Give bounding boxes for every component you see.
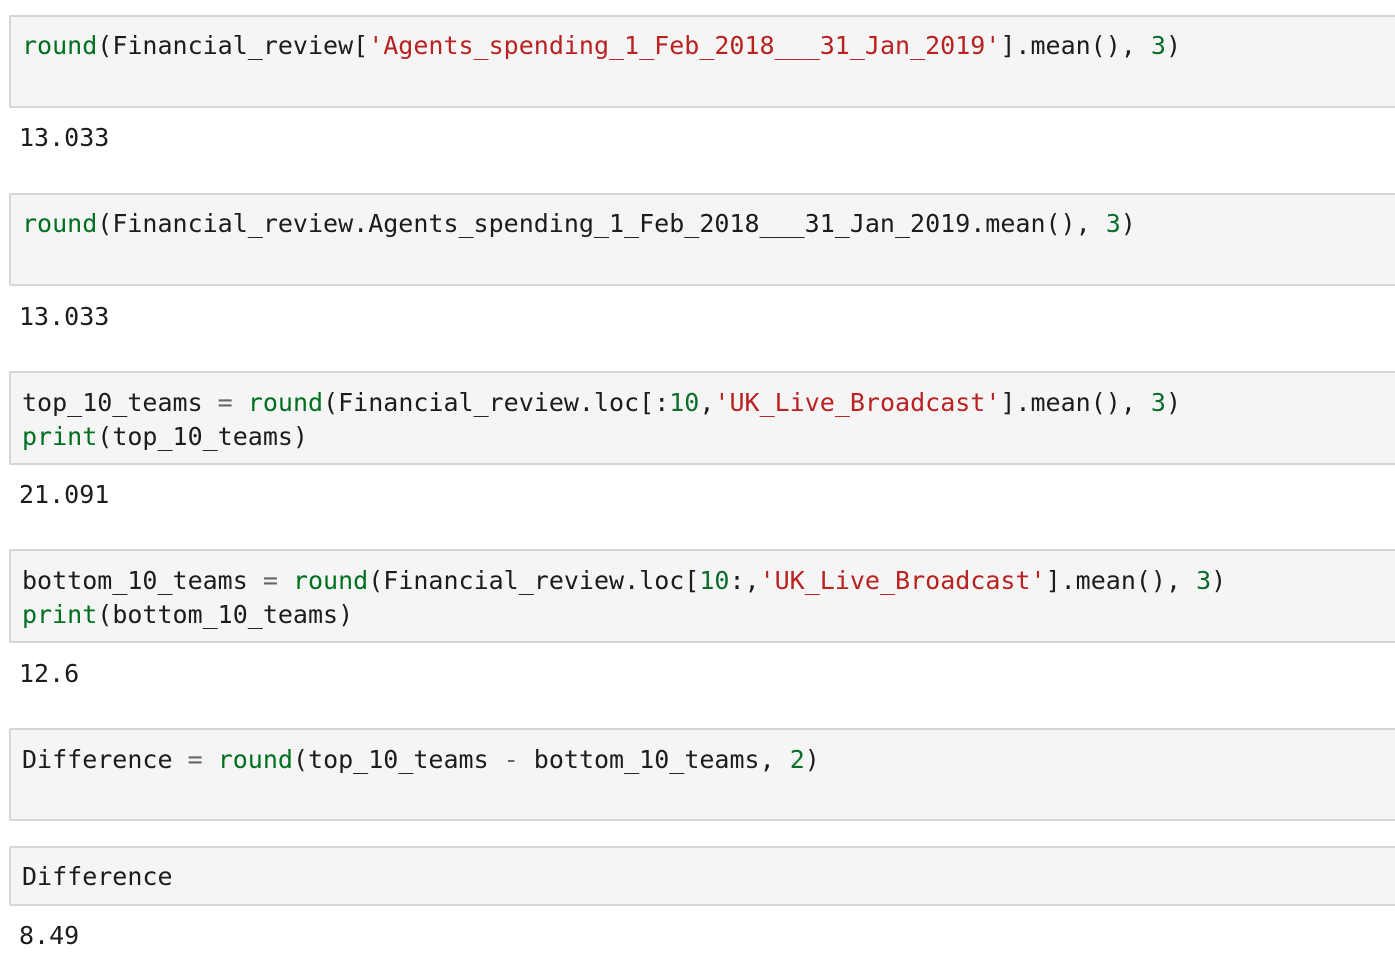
string-token: 'UK_Live_Broadcast' [759,566,1046,595]
code-cell-6[interactable]: Difference [9,846,1395,906]
operator-token: = [262,566,278,595]
code-token: Difference [22,862,173,891]
number-token: 3 [1105,209,1121,238]
code-cell-4[interactable]: bottom_10_teams = round(Financial_review… [9,549,1395,643]
builtin-token: round [217,745,293,774]
builtin-token: round [22,209,98,238]
code-cell-2[interactable]: round(Financial_review.Agents_spending_1… [9,193,1395,286]
code-token: ) [1120,209,1136,238]
code-token: , [699,388,715,417]
operator-token: = [187,745,203,774]
code-token: Difference [22,745,188,774]
code-token: bottom_10_teams, [518,745,790,774]
cell-output-3: 21.091 [19,480,110,509]
code-cell-3[interactable]: top_10_teams = round(Financial_review.lo… [9,371,1395,465]
code-token: ) [804,745,820,774]
code-token: (Financial_review.loc[: [323,388,670,417]
code-line: round(Financial_review['Agents_spending_… [22,29,1181,63]
builtin-token: round [22,31,98,60]
builtin-token: print [22,422,98,451]
operator-token: - [503,745,519,774]
string-token: 'Agents_spending_1_Feb_2018___31_Jan_201… [368,31,1001,60]
number-token: 10 [699,566,730,595]
number-token: 10 [669,388,700,417]
string-token: 'UK_Live_Broadcast' [714,388,1001,417]
code-line: Difference = round(top_10_teams - bottom… [22,743,820,777]
code-token: :, [729,566,760,595]
code-token: (top_10_teams) [97,422,308,451]
code-token: (Financial_review.loc[ [368,566,700,595]
builtin-token: round [247,388,324,417]
code-token: (Financial_review[ [97,31,369,60]
code-token: (bottom_10_teams) [97,600,354,629]
code-token: (Financial_review.Agents_spending_1_Feb_… [97,209,1106,238]
code-token: ].mean(), [1000,388,1151,417]
builtin-token: round [292,566,369,595]
code-token: top_10_teams [22,388,218,417]
operator-token: = [217,388,233,417]
builtin-token: print [22,600,98,629]
cell-output-2: 13.033 [19,302,110,331]
code-line: round(Financial_review.Agents_spending_1… [22,207,1136,241]
code-cell-1[interactable]: round(Financial_review['Agents_spending_… [9,15,1395,108]
code-token: ].mean(), [1045,566,1197,595]
code-token: ].mean(), [1000,31,1151,60]
code-token: ) [1165,388,1182,417]
code-token: ) [1211,566,1227,595]
code-cell-5[interactable]: Difference = round(top_10_teams - bottom… [9,728,1395,821]
code-token: ) [1165,31,1181,60]
code-line: top_10_teams = round(Financial_review.lo… [22,386,1181,420]
number-token: 3 [1196,566,1212,595]
code-line: bottom_10_teams = round(Financial_review… [22,564,1226,598]
number-token: 3 [1150,31,1166,60]
number-token: 3 [1150,388,1166,417]
number-token: 2 [789,745,805,774]
code-line: print(top_10_teams) [22,420,308,454]
code-line: Difference [22,860,173,894]
code-token: bottom_10_teams [22,566,263,595]
code-line: print(bottom_10_teams) [22,598,353,632]
cell-output-1: 13.033 [19,123,110,152]
cell-output-4: 12.6 [19,659,80,688]
code-token: (top_10_teams [292,745,504,774]
cell-output-6: 8.49 [19,921,80,950]
